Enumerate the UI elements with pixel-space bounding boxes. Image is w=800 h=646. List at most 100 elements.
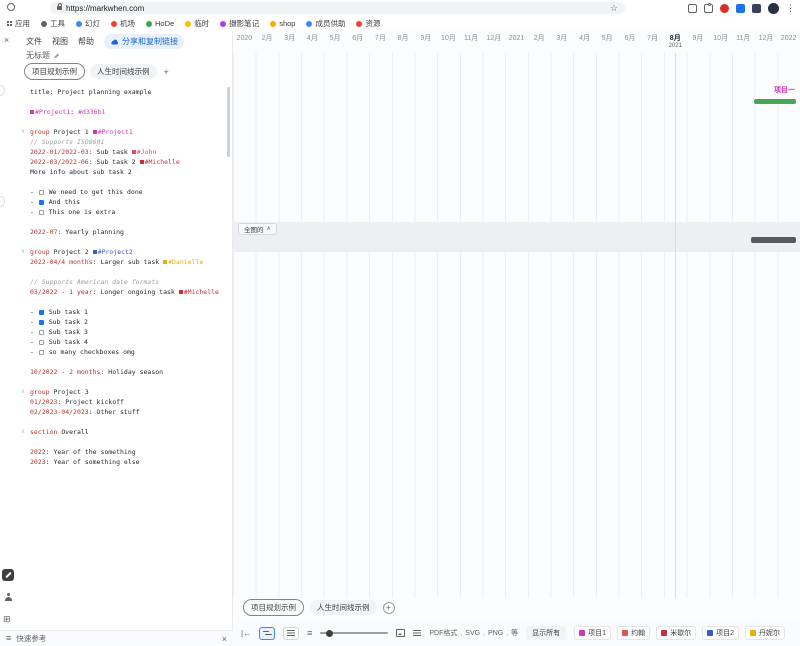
quick-reference-label[interactable]: 快速参考 bbox=[16, 633, 46, 644]
bookmark-item[interactable]: 摄影笔记 bbox=[220, 18, 259, 29]
group-title[interactable]: 项目一 bbox=[774, 85, 795, 95]
export-option[interactable]: SVG bbox=[465, 630, 480, 637]
checkbox-unchecked[interactable] bbox=[39, 190, 44, 195]
editor-scrollbar[interactable] bbox=[227, 87, 230, 157]
share-button-label: 分享和复制链接 bbox=[122, 36, 178, 47]
legend-chip[interactable]: 丹妮尔 bbox=[745, 626, 785, 640]
code-line bbox=[30, 297, 230, 307]
checkbox-checked[interactable] bbox=[39, 200, 44, 205]
section-collapse-pill[interactable]: 全图的 ∧ bbox=[238, 223, 277, 235]
timeline-panel[interactable]: 20202月3月4月5月6月7月8月9月10月11月12月20212月3月4月5… bbox=[233, 31, 800, 646]
bookmark-item[interactable]: 工具 bbox=[41, 18, 65, 29]
event-bar-green[interactable] bbox=[754, 99, 796, 104]
checkbox-checked[interactable] bbox=[39, 310, 44, 315]
month-label: 2月 bbox=[256, 35, 279, 55]
hamburger-menu-icon[interactable]: ≡ bbox=[307, 629, 312, 638]
collapse-editor-icon[interactable]: |← bbox=[241, 629, 251, 638]
code-line: #Project1: #d336b1 bbox=[30, 107, 230, 117]
doc-title[interactable]: 无标题 bbox=[26, 50, 50, 61]
section-bar-dark[interactable] bbox=[751, 237, 796, 243]
month-label: 5月 bbox=[596, 35, 619, 55]
editor-add-tab-button[interactable]: + bbox=[162, 67, 171, 77]
bookmark-item[interactable]: 幻灯 bbox=[76, 18, 100, 29]
share-button[interactable]: 分享和复制链接 bbox=[104, 34, 184, 49]
code-editor[interactable]: title: Project planning example#Project1… bbox=[16, 83, 232, 629]
code-line: - This one is extra bbox=[30, 207, 230, 217]
code-line bbox=[30, 237, 230, 247]
export-option[interactable]: PNG bbox=[488, 630, 503, 637]
code-line: - We need to get this done bbox=[30, 187, 230, 197]
image-export-icon[interactable] bbox=[396, 629, 405, 637]
timeline-tab[interactable]: 人生时间线示例 bbox=[310, 600, 377, 615]
editor-tab[interactable]: 项目规划示例 bbox=[24, 63, 85, 80]
browser-menu-icon[interactable]: ⋮ bbox=[786, 4, 795, 13]
export-option[interactable]: 等 bbox=[511, 628, 518, 638]
table-export-icon[interactable] bbox=[413, 630, 421, 636]
quick-reference-close-icon[interactable]: × bbox=[222, 634, 227, 644]
timeline-tab[interactable]: 项目规划示例 bbox=[243, 599, 304, 616]
checkbox-unchecked[interactable] bbox=[39, 210, 44, 215]
extension-icon-red[interactable] bbox=[720, 4, 729, 13]
reload-icon[interactable] bbox=[7, 3, 15, 11]
bookmark-item[interactable]: 机场 bbox=[111, 18, 135, 29]
export-option[interactable]: PDF格式 bbox=[429, 628, 457, 638]
month-label: 6月 bbox=[346, 35, 369, 55]
timeline-add-tab-button[interactable]: + bbox=[383, 602, 395, 614]
user-icon[interactable] bbox=[4, 593, 12, 602]
list-view-button[interactable] bbox=[283, 627, 299, 640]
apps-grid-icon[interactable]: ⊞ bbox=[3, 614, 11, 624]
sidepanel-icon[interactable] bbox=[688, 4, 697, 13]
legend-chip[interactable]: 米歇尔 bbox=[656, 626, 696, 640]
checkbox-checked[interactable] bbox=[39, 320, 44, 325]
month-text: 5月 bbox=[330, 35, 341, 43]
extension-icon-blue[interactable] bbox=[736, 4, 745, 13]
pencil-icon bbox=[5, 572, 11, 578]
legend-chip[interactable]: 约翰 bbox=[617, 626, 650, 640]
zoom-slider[interactable] bbox=[320, 627, 388, 639]
bookmark-star-icon[interactable]: ☆ bbox=[610, 4, 618, 13]
month-text: 12月 bbox=[759, 35, 774, 43]
bookmark-item[interactable]: HoDe bbox=[146, 19, 174, 28]
panel-handle-icon[interactable] bbox=[0, 196, 5, 207]
timeline-view-button[interactable] bbox=[259, 627, 275, 640]
timeline-grid[interactable]: 项目一 全图的 ∧ bbox=[233, 53, 800, 598]
fold-chevron-icon[interactable]: ∨ bbox=[21, 387, 25, 397]
fold-chevron-icon[interactable]: ∨ bbox=[21, 247, 25, 257]
code-text: - bbox=[30, 198, 38, 206]
slider-knob[interactable] bbox=[326, 630, 333, 637]
extension-icon-dark[interactable] bbox=[752, 4, 761, 13]
bookmark-item[interactable]: shop bbox=[270, 19, 295, 28]
editor-tab[interactable]: 人生时间线示例 bbox=[90, 64, 157, 79]
edit-mode-button[interactable] bbox=[2, 569, 14, 581]
checkbox-unchecked[interactable] bbox=[39, 350, 44, 355]
month-label: 6月 bbox=[619, 35, 642, 55]
menu-view[interactable]: 视图 bbox=[52, 36, 68, 47]
bookmark-item[interactable]: 应用 bbox=[7, 18, 30, 29]
menu-file[interactable]: 文件 bbox=[26, 36, 42, 47]
code-text: 2022-07 bbox=[30, 228, 57, 236]
close-panel-icon[interactable]: × bbox=[4, 35, 9, 45]
fold-chevron-icon[interactable]: ∨ bbox=[21, 427, 25, 437]
bookmark-item[interactable]: 成员供助 bbox=[306, 18, 345, 29]
checkbox-unchecked[interactable] bbox=[39, 330, 44, 335]
month-text: 2月 bbox=[262, 35, 273, 43]
show-all-button[interactable]: 显示所有 bbox=[526, 626, 566, 640]
bookmark-item[interactable]: 临时 bbox=[185, 18, 209, 29]
rename-pencil-icon[interactable] bbox=[54, 53, 59, 58]
fold-chevron-icon[interactable]: ∨ bbox=[21, 127, 25, 137]
profile-avatar[interactable] bbox=[768, 3, 779, 14]
code-text: : Sub task bbox=[89, 148, 132, 156]
menu-help[interactable]: 帮助 bbox=[78, 36, 94, 47]
bookmark-item[interactable]: 资源 bbox=[356, 18, 380, 29]
panel-handle-icon[interactable] bbox=[0, 85, 5, 96]
code-text: Project 1 bbox=[53, 128, 92, 136]
code-text: 2022-04/4 months bbox=[30, 258, 93, 266]
address-bar[interactable]: https://markwhen.com ☆ bbox=[50, 2, 625, 14]
legend-chip[interactable]: 项目1 bbox=[574, 626, 611, 640]
checkbox-unchecked[interactable] bbox=[39, 340, 44, 345]
month-label: 4月 bbox=[301, 35, 324, 55]
legend-chip[interactable]: 项目2 bbox=[702, 626, 739, 640]
extensions-puzzle-icon[interactable] bbox=[704, 4, 713, 13]
code-text: We need to get this done bbox=[45, 188, 143, 196]
month-label: 12月 bbox=[482, 35, 505, 55]
